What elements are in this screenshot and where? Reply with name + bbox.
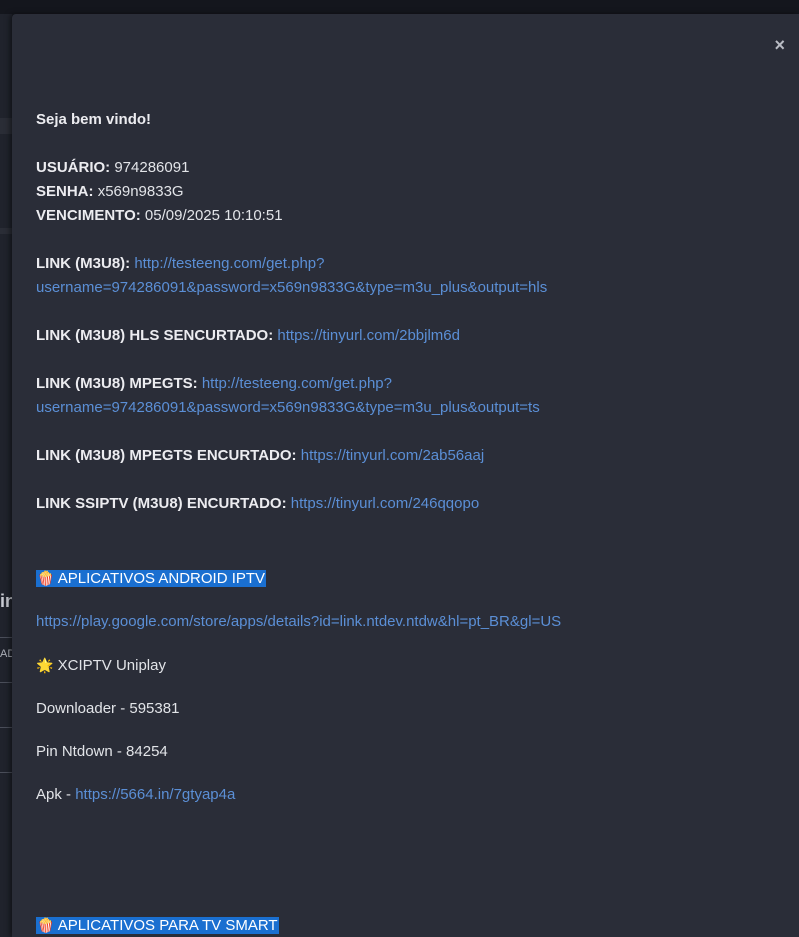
link-m3u8-url-part1[interactable]: http://testeeng.com/get.php? (134, 255, 324, 272)
close-button[interactable]: × (774, 36, 785, 54)
link-mpegts-short-url[interactable]: https://tinyurl.com/2ab56aaj (301, 447, 484, 464)
background-divider (0, 772, 12, 773)
link-mpegts-label: LINK (M3U8) MPEGTS: (36, 375, 198, 392)
password-label: SENHA: (36, 183, 94, 200)
background-page (0, 14, 12, 937)
link-ssiptv-url[interactable]: https://tinyurl.com/246qqopo (291, 495, 479, 512)
link-ssiptv-label: LINK SSIPTV (M3U8) ENCURTADO: (36, 495, 287, 512)
apk-label: Apk - (36, 786, 76, 803)
popcorn-icon: 🍿 (37, 570, 55, 586)
background-divider (0, 727, 12, 728)
password-value: x569n9833G (97, 183, 184, 200)
welcome-modal: × Seja bem vindo! USUÁRIO: 974286091 SEN… (12, 14, 799, 937)
link-hls-short-label: LINK (M3U8) HLS SENCURTADO: (36, 327, 274, 344)
user-value: 974286091 (114, 159, 190, 176)
smart-tv-section-heading: 🍿 APLICATIVOS PARA TV SMART (36, 917, 279, 934)
downloader-code: Downloader - 595381 (36, 700, 180, 717)
link-m3u8-url-part2[interactable]: username=974286091&password=x569n9833G&t… (36, 279, 547, 296)
link-mpegts-url-part1[interactable]: http://testeeng.com/get.php? (202, 375, 392, 392)
background-divider (0, 682, 12, 683)
android-section-title: APLICATIVOS ANDROID IPTV (57, 570, 266, 587)
smart-tv-section-title: APLICATIVOS PARA TV SMART (57, 917, 278, 934)
background-divider (0, 637, 12, 638)
background-topbar (0, 0, 799, 14)
greeting: Seja bem vindo! (36, 111, 152, 128)
user-label: USUÁRIO: (36, 159, 111, 176)
star-icon: 🌟 (36, 657, 54, 673)
play-store-link[interactable]: https://play.google.com/store/apps/detai… (36, 613, 561, 630)
pin-ntdown: Pin Ntdown - 84254 (36, 743, 168, 760)
link-hls-short-url[interactable]: https://tinyurl.com/2bbjlm6d (277, 327, 460, 344)
background-stripe (0, 118, 12, 134)
apk-link[interactable]: https://5664.in/7gtyap4a (75, 786, 235, 803)
link-m3u8-label: LINK (M3U8): (36, 255, 131, 272)
link-mpegts-short-label: LINK (M3U8) MPEGTS ENCURTADO: (36, 447, 297, 464)
modal-content: Seja bem vindo! USUÁRIO: 974286091 SENHA… (36, 108, 779, 937)
expiry-label: VENCIMENTO: (36, 207, 141, 224)
android-section-heading: 🍿 APLICATIVOS ANDROID IPTV (36, 570, 267, 587)
expiry-value: 05/09/2025 10:10:51 (144, 207, 283, 224)
popcorn-icon: 🍿 (37, 917, 55, 933)
xciptv-app: XCIPTV Uniplay (57, 657, 166, 674)
link-mpegts-url-part2[interactable]: username=974286091&password=x569n9833G&t… (36, 399, 540, 416)
background-stripe (0, 228, 12, 234)
